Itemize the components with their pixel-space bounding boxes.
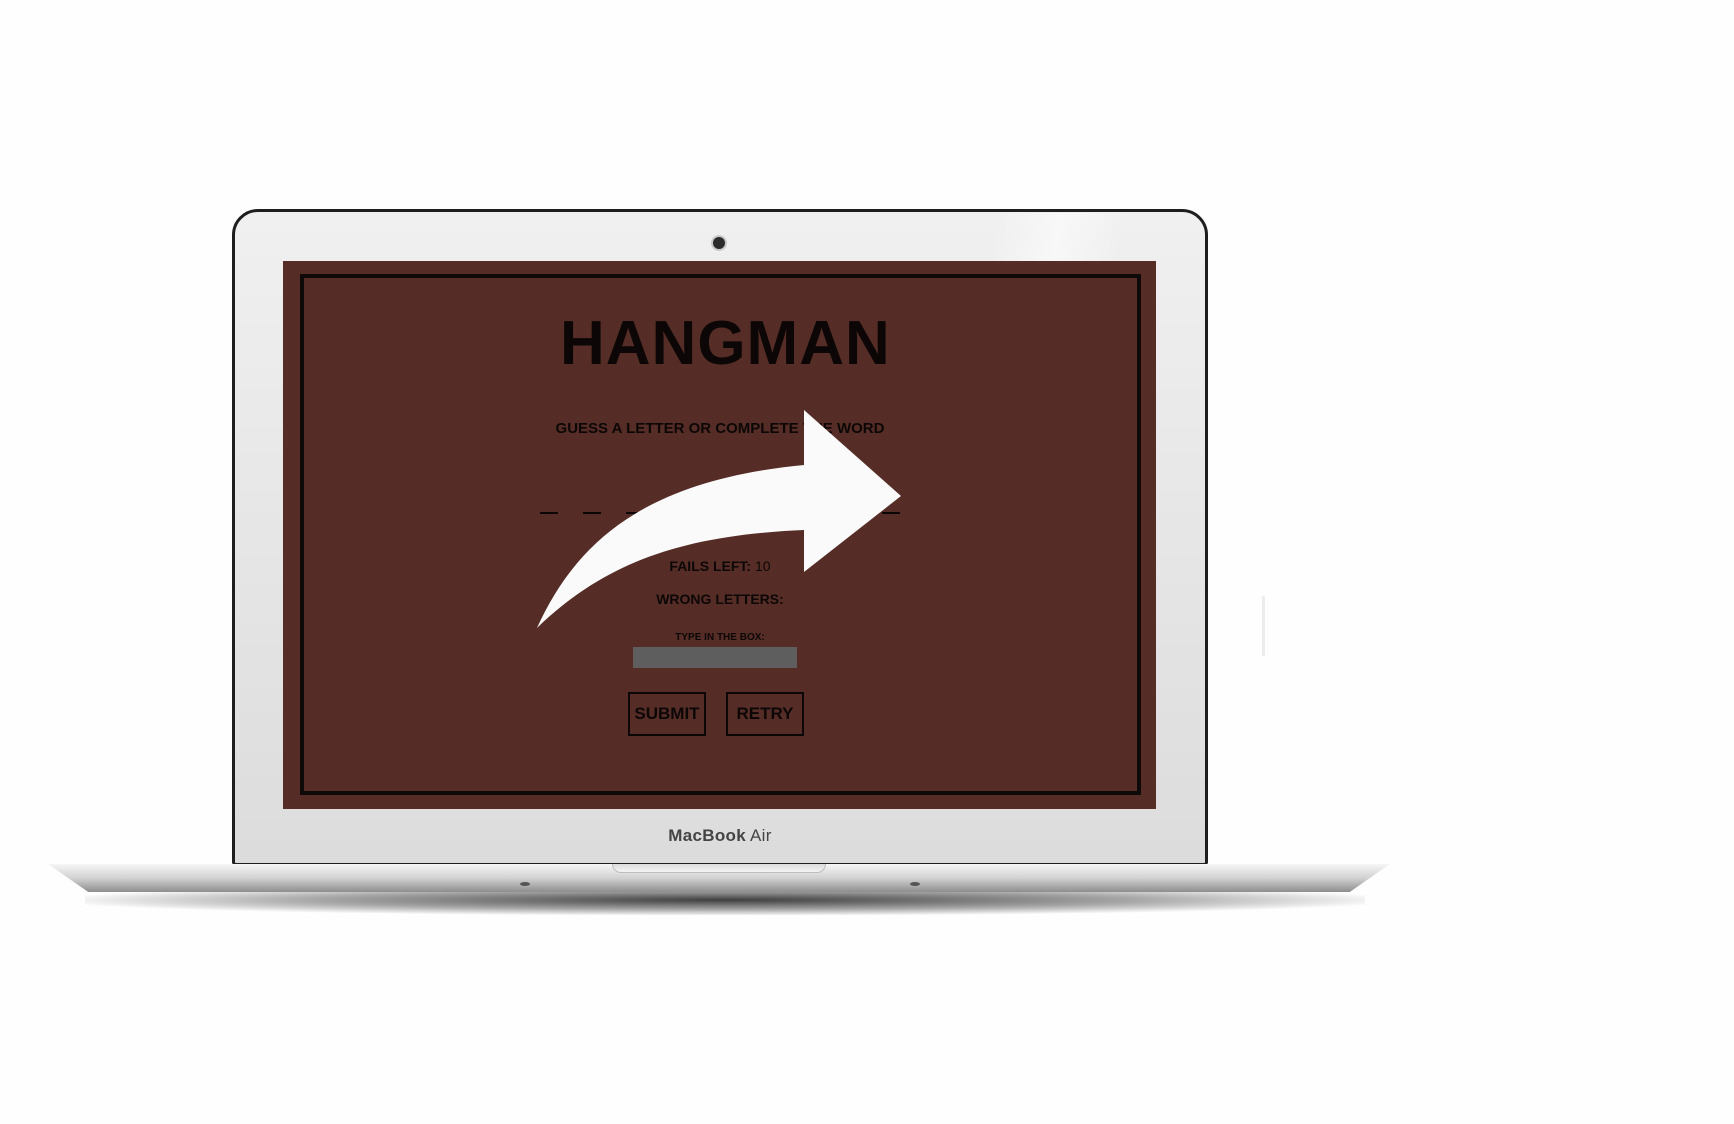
laptop-foot-left <box>520 882 530 886</box>
retry-button[interactable]: Retry <box>726 692 804 736</box>
device-brand: MacBook Air <box>620 826 820 846</box>
game-title: HANGMAN <box>560 309 891 378</box>
brand-prefix: MacBook <box>668 826 746 845</box>
laptop-foot-right <box>910 882 920 886</box>
camera-icon <box>713 237 725 249</box>
share-arrow-icon <box>537 410 901 628</box>
submit-button[interactable]: Submit <box>628 692 706 736</box>
guess-input[interactable] <box>633 647 797 668</box>
brand-suffix: Air <box>745 826 772 845</box>
laptop-mockup: HANGMAN Guess a letter or complete the w… <box>0 0 1734 1124</box>
laptop-notch <box>612 864 826 873</box>
background-mark <box>1262 596 1265 656</box>
input-label: Type in the box: <box>675 632 765 643</box>
